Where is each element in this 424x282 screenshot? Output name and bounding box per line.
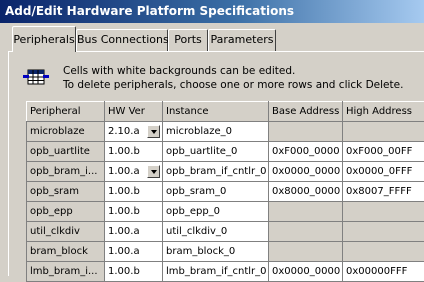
table-icon xyxy=(22,66,50,90)
tab-ports[interactable]: Ports xyxy=(168,29,208,51)
info-text: Cells with white backgrounds can be edit… xyxy=(63,64,403,92)
high-address-cell[interactable]: 0x0000_0FFF xyxy=(343,162,424,182)
table-row[interactable]: microblaze 2.10.a microblaze_0 xyxy=(27,122,424,142)
column-header-peripheral[interactable]: Peripheral xyxy=(27,102,105,122)
peripherals-table: Peripheral HW Ver Instance Base Address … xyxy=(26,101,424,282)
peripheral-cell[interactable]: util_clkdiv xyxy=(27,222,105,242)
instance-cell[interactable]: bram_block_0 xyxy=(163,242,269,262)
hw-ver-cell[interactable]: 1.00.b xyxy=(105,262,163,282)
peripheral-cell[interactable]: microblaze xyxy=(27,122,105,142)
base-address-cell[interactable]: 0x0000_0000 xyxy=(269,262,343,282)
instance-cell[interactable]: lmb_bram_if_cntlr_0 xyxy=(163,262,269,282)
hw-ver-dropdown-button[interactable] xyxy=(147,125,160,138)
table-row[interactable]: util_clkdiv 1.00.a util_clkdiv_0 xyxy=(27,222,424,242)
instance-cell[interactable]: opb_sram_0 xyxy=(163,182,269,202)
tab-peripherals[interactable]: Peripherals xyxy=(12,26,76,52)
high-address-cell[interactable]: 0x00000FFF xyxy=(343,262,424,282)
hw-ver-cell[interactable]: 1.00.a xyxy=(105,242,163,262)
column-header-high-address[interactable]: High Address xyxy=(343,102,424,122)
instance-cell[interactable]: microblaze_0 xyxy=(163,122,269,142)
high-address-cell xyxy=(343,242,424,262)
info-line-2: To delete peripherals, choose one or mor… xyxy=(63,78,403,92)
high-address-cell xyxy=(343,122,424,142)
hw-ver-cell[interactable]: 2.10.a xyxy=(105,122,163,142)
chevron-down-icon xyxy=(151,170,157,174)
hw-ver-value: 1.00.a xyxy=(108,166,140,177)
base-address-cell[interactable]: 0xF000_0000 xyxy=(269,142,343,162)
table-row[interactable]: opb_sram 1.00.b opb_sram_0 0x8000_0000 0… xyxy=(27,182,424,202)
high-address-cell[interactable]: 0xF000_00FF xyxy=(343,142,424,162)
table-row[interactable]: opb_bram_i... 1.00.a opb_bram_if_cntlr_0… xyxy=(27,162,424,182)
info-line-1: Cells with white backgrounds can be edit… xyxy=(63,64,403,78)
base-address-cell[interactable]: 0x0000_0000 xyxy=(269,162,343,182)
table-row[interactable]: lmb_bram_i... 1.00.b lmb_bram_if_cntlr_0… xyxy=(27,262,424,282)
base-address-cell[interactable]: 0x8000_0000 xyxy=(269,182,343,202)
base-address-cell xyxy=(269,202,343,222)
chevron-down-icon xyxy=(151,130,157,134)
peripheral-cell[interactable]: bram_block xyxy=(27,242,105,262)
base-address-cell xyxy=(269,222,343,242)
high-address-cell[interactable]: 0x8007_FFFF xyxy=(343,182,424,202)
column-header-hw-ver[interactable]: HW Ver xyxy=(105,102,163,122)
instance-cell[interactable]: opb_bram_if_cntlr_0 xyxy=(163,162,269,182)
tab-parameters[interactable]: Parameters xyxy=(208,29,276,51)
table-header-row: Peripheral HW Ver Instance Base Address … xyxy=(27,102,424,122)
peripheral-cell[interactable]: opb_uartlite xyxy=(27,142,105,162)
hw-ver-cell[interactable]: 1.00.b xyxy=(105,182,163,202)
window-title: Add/Edit Hardware Platform Specification… xyxy=(0,0,424,23)
column-header-base-address[interactable]: Base Address xyxy=(269,102,343,122)
hw-ver-value: 2.10.a xyxy=(108,126,140,137)
base-address-cell xyxy=(269,122,343,142)
instance-cell[interactable]: opb_epp_0 xyxy=(163,202,269,222)
hw-ver-cell[interactable]: 1.00.b xyxy=(105,202,163,222)
high-address-cell xyxy=(343,202,424,222)
peripheral-cell[interactable]: opb_epp xyxy=(27,202,105,222)
base-address-cell xyxy=(269,242,343,262)
peripheral-cell[interactable]: opb_sram xyxy=(27,182,105,202)
hw-ver-cell[interactable]: 1.00.b xyxy=(105,142,163,162)
hw-ver-cell[interactable]: 1.00.a xyxy=(105,162,163,182)
table-row[interactable]: bram_block 1.00.a bram_block_0 xyxy=(27,242,424,262)
tab-bus-connections[interactable]: Bus Connections xyxy=(76,29,168,51)
instance-cell[interactable]: util_clkdiv_0 xyxy=(163,222,269,242)
instance-cell[interactable]: opb_uartlite_0 xyxy=(163,142,269,162)
column-header-instance[interactable]: Instance xyxy=(163,102,269,122)
table-row[interactable]: opb_epp 1.00.b opb_epp_0 xyxy=(27,202,424,222)
table-row[interactable]: opb_uartlite 1.00.b opb_uartlite_0 0xF00… xyxy=(27,142,424,162)
hw-ver-cell[interactable]: 1.00.a xyxy=(105,222,163,242)
hw-ver-dropdown-button[interactable] xyxy=(147,165,160,178)
peripheral-cell[interactable]: lmb_bram_i... xyxy=(27,262,105,282)
peripheral-cell[interactable]: opb_bram_i... xyxy=(27,162,105,182)
high-address-cell xyxy=(343,222,424,242)
